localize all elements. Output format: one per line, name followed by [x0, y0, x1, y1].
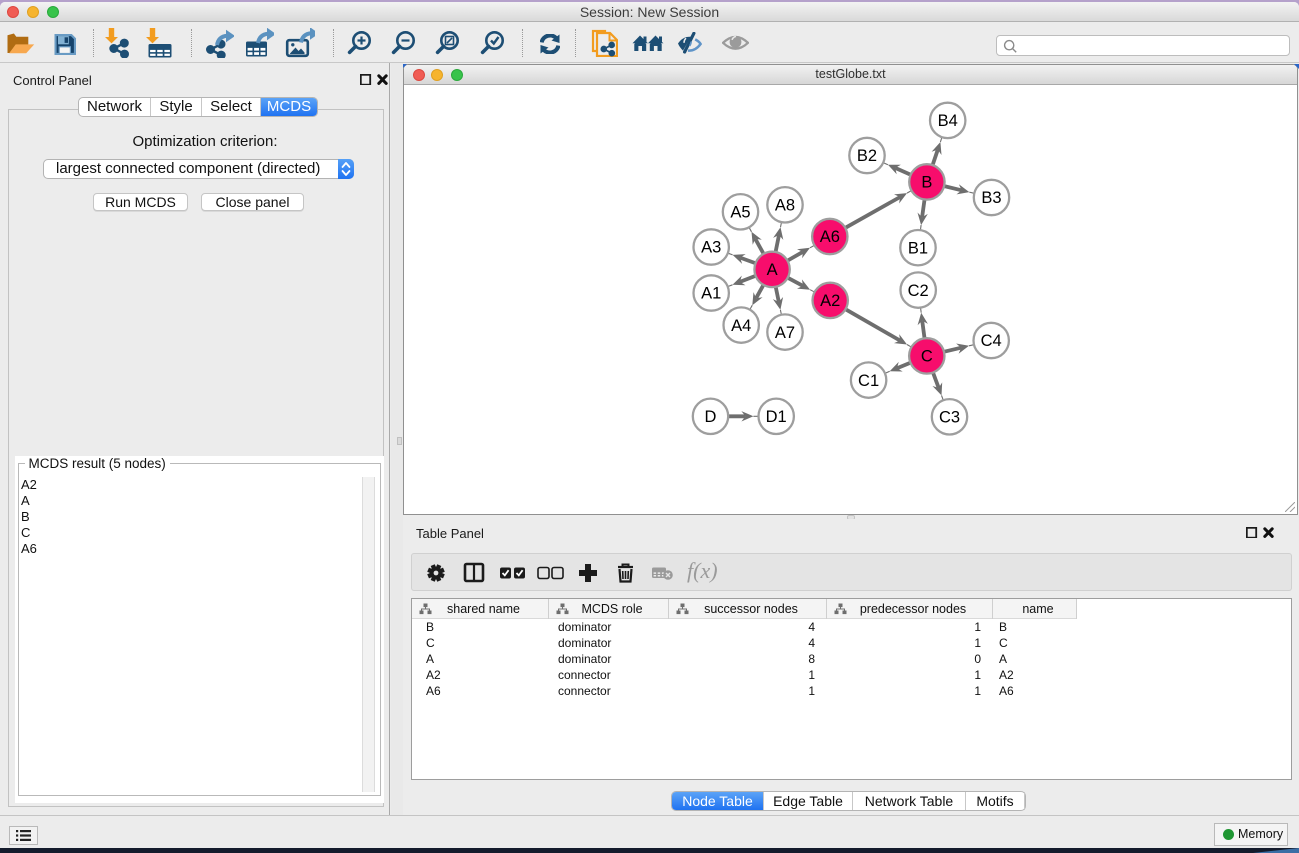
svg-text:A: A: [767, 261, 778, 279]
svg-text:B4: B4: [938, 112, 958, 130]
svg-text:C4: C4: [981, 332, 1002, 350]
svg-text:B1: B1: [908, 239, 928, 257]
svg-text:B3: B3: [981, 189, 1001, 207]
svg-text:A2: A2: [820, 292, 840, 310]
svg-text:C1: C1: [858, 372, 879, 390]
svg-text:A7: A7: [775, 324, 795, 342]
svg-text:C3: C3: [939, 409, 960, 427]
svg-text:B: B: [921, 174, 932, 192]
svg-text:A4: A4: [731, 317, 751, 335]
svg-text:B2: B2: [857, 147, 877, 165]
svg-text:C2: C2: [908, 282, 929, 300]
svg-text:A5: A5: [730, 204, 750, 222]
svg-text:A1: A1: [701, 285, 721, 303]
svg-text:A6: A6: [820, 228, 840, 246]
svg-text:D1: D1: [766, 408, 787, 426]
svg-text:C: C: [921, 348, 933, 366]
svg-text:A3: A3: [701, 239, 721, 257]
svg-text:D: D: [705, 408, 717, 426]
svg-text:A8: A8: [775, 197, 795, 215]
